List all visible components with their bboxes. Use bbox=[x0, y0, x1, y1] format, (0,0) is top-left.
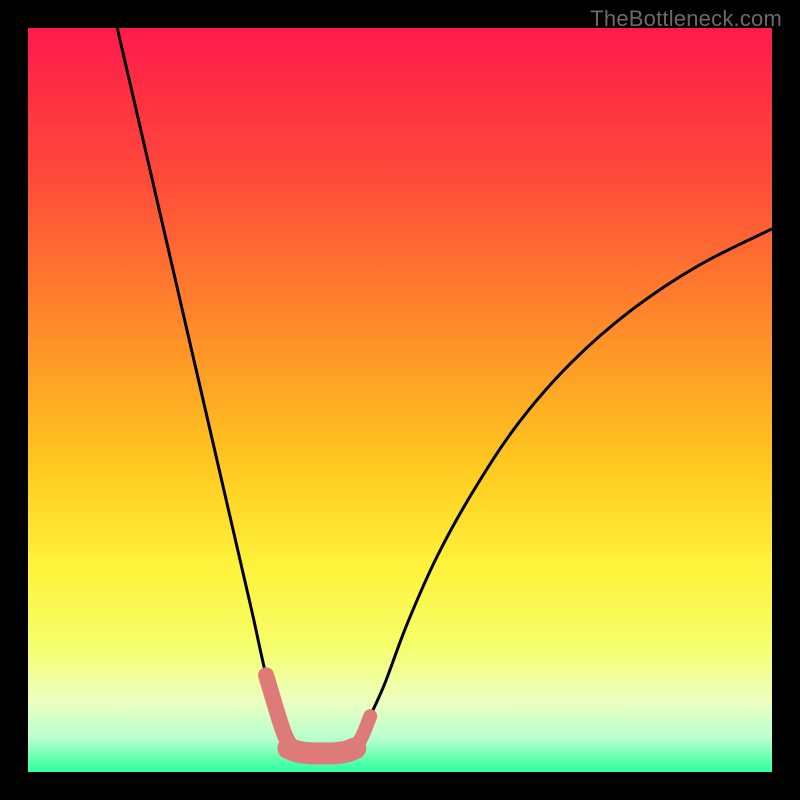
watermark-text: TheBottleneck.com bbox=[590, 6, 782, 32]
chart-svg bbox=[28, 28, 772, 772]
chart-plot-area bbox=[28, 28, 772, 772]
chart-background bbox=[28, 28, 772, 772]
